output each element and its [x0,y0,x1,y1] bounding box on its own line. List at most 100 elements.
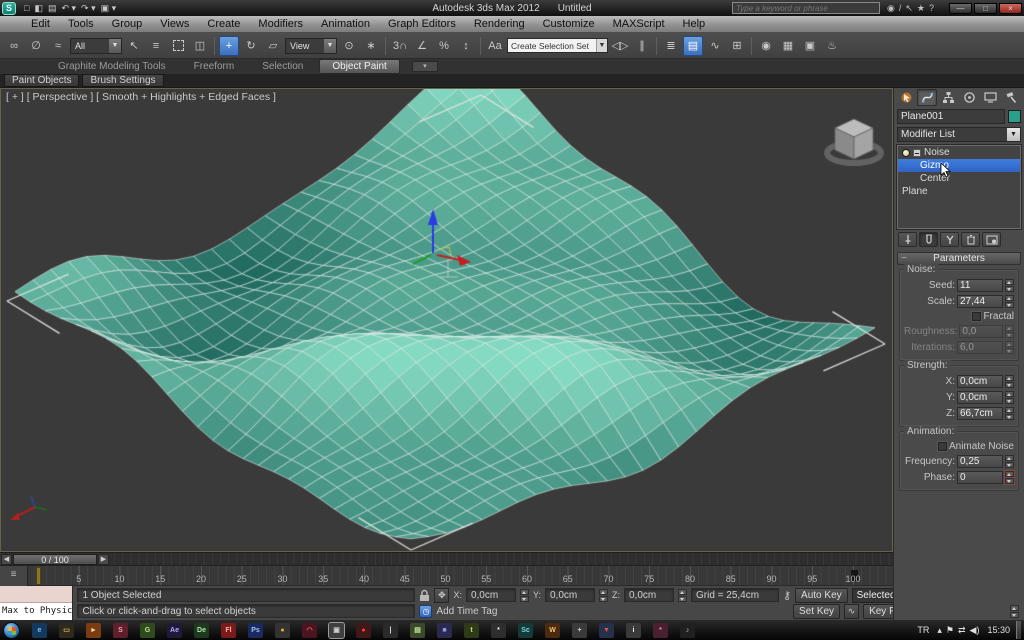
app-logo-icon[interactable]: S [2,2,16,15]
project-folder-icon[interactable]: ▣ ▾ [101,2,117,15]
x-coord-spinner[interactable] [520,589,529,602]
remove-modifier-button[interactable] [961,232,980,247]
window-crossing-icon[interactable]: ◫ [190,36,210,56]
menu-modifiers[interactable]: Modifiers [249,16,312,32]
app-icon-t[interactable]: t [464,623,479,638]
menu-create[interactable]: Create [198,16,249,32]
schematic-view-icon[interactable]: ⊞ [727,36,747,56]
internet-explorer-icon[interactable]: e [32,623,47,638]
visibility-lamp-icon[interactable] [902,149,910,157]
search-communities-icon[interactable]: ◉ [887,3,895,13]
auto-key-button[interactable]: Auto Key [795,588,848,603]
modifier-list-dropdown[interactable]: Modifier List ▼ [897,127,1021,142]
rendered-frame-window-icon[interactable]: ▣ [800,36,820,56]
snaps-toggle-icon[interactable]: 3∩ [390,36,410,56]
menu-graph-editors[interactable]: Graph Editors [379,16,465,32]
select-and-scale-icon[interactable]: ▱ [263,36,283,56]
action-center-icon[interactable]: ⚑ [946,625,954,635]
subscription-icon[interactable]: / [899,3,902,13]
panel-tab-utilities[interactable] [1001,89,1021,106]
select-and-link-icon[interactable]: ∞ [4,36,24,56]
menu-animation[interactable]: Animation [312,16,379,32]
show-desktop-button[interactable] [1016,621,1021,639]
search-input[interactable] [732,2,880,14]
app-icon-teal[interactable]: Sc [518,623,533,638]
strength-z-spinner[interactable] [1005,407,1014,420]
app-icon-red[interactable]: S [113,623,128,638]
ribbon-tab-object-paint[interactable]: Object Paint [319,59,399,74]
stack-item-center[interactable]: Center [898,172,1020,185]
listener-macro-row[interactable] [0,586,72,603]
frame-spinner[interactable] [1010,605,1019,618]
redo-icon[interactable]: ↷ ▾ [81,2,96,15]
x-coord-field[interactable]: 0,0cm [466,588,516,602]
menu-help[interactable]: Help [674,16,715,32]
minimize-button[interactable]: — [949,3,972,14]
panel-tab-motion[interactable] [959,89,979,106]
use-pivot-center-icon[interactable]: ⊙ [339,36,359,56]
panel-tab-hierarchy[interactable] [938,89,958,106]
object-color-swatch[interactable] [1008,110,1021,123]
select-and-move-icon[interactable]: + [219,36,239,56]
ribbon-subtab-paint-objects[interactable]: Paint Objects [4,74,79,87]
selection-filter-dropdown[interactable]: All▼ [70,38,122,54]
panel-tab-display[interactable] [980,89,1000,106]
time-slider-handle[interactable]: 0 / 100 [13,554,97,565]
sync-icon[interactable]: ⇄ [958,625,966,635]
animate-noise-checkbox[interactable] [938,442,947,451]
ribbon-subtab-brush-settings[interactable]: Brush Settings [82,74,163,87]
unlink-selection-icon[interactable]: ∅ [26,36,46,56]
object-name-field[interactable]: Plane001 [897,109,1005,124]
maxscript-mini-listener[interactable]: Max to Physic [0,586,73,620]
app-icon-pink[interactable]: * [653,623,668,638]
strength-x-spinner[interactable] [1005,375,1014,388]
current-frame-marker[interactable] [36,567,41,585]
chevron-down-icon[interactable]: ▼ [596,39,607,52]
set-key-button[interactable]: Set Key [793,604,840,619]
menu-maxscript[interactable]: MAXScript [604,16,674,32]
panel-tab-create[interactable] [896,89,916,106]
strength-y-spinner[interactable] [1005,391,1014,404]
chevron-down-icon[interactable]: ▼ [324,39,336,53]
photoshop-icon[interactable]: Ps [248,623,263,638]
seed-field[interactable]: 11 [957,279,1003,292]
screen-recorder-icon[interactable]: ▣ [329,623,344,638]
edit-named-selection-sets-icon[interactable]: Aa [485,36,505,56]
panel-tab-modify[interactable] [917,89,937,106]
stack-item-noise[interactable]: Noise [898,146,1020,159]
frequency-field[interactable]: 0,25 [957,455,1003,468]
menu-rendering[interactable]: Rendering [465,16,534,32]
stack-item-gizmo[interactable]: Gizmo [898,159,1020,172]
start-button[interactable] [3,622,20,639]
dreamweaver-icon[interactable]: De [194,623,209,638]
language-indicator[interactable]: TR [917,625,929,635]
angle-snap-icon[interactable]: ∠ [412,36,432,56]
show-end-result-button[interactable] [919,232,938,247]
save-file-icon[interactable]: ▤ [48,2,57,15]
clock[interactable]: 15:30 [987,625,1010,635]
close-button[interactable]: × [999,3,1022,14]
menu-edit[interactable]: Edit [22,16,59,32]
layer-manager-icon[interactable]: ≣ [661,36,681,56]
render-production-icon[interactable]: ♨ [822,36,842,56]
phase-spinner[interactable] [1005,471,1014,484]
z-coord-field[interactable]: 0,0cm [624,588,674,602]
new-scene-icon[interactable]: □ [24,2,29,15]
absolute-relative-toggle-icon[interactable]: ✥ [434,588,449,603]
app-icon-slim[interactable]: | [383,623,398,638]
roughness-field[interactable]: 0,0 [959,325,1003,338]
mirror-icon[interactable]: ◁▷ [610,36,630,56]
percent-snap-icon[interactable]: % [434,36,454,56]
roughness-spinner[interactable] [1005,325,1014,338]
app-icon-record[interactable]: ● [356,623,371,638]
app-icon-tools[interactable]: + [572,623,587,638]
strength-x-field[interactable]: 0,0cm [957,375,1003,388]
app-icon-triangles[interactable]: ▼ [599,623,614,638]
ribbon-minimize-icon[interactable]: ▾ [412,61,438,72]
help-icon[interactable]: ? [929,3,934,13]
folder-icon[interactable]: ▭ [59,623,74,638]
track-bar[interactable]: ≡ 51015202530354045505560657075808590951… [0,565,893,585]
menu-views[interactable]: Views [151,16,198,32]
select-and-manipulate-icon[interactable]: ∗ [361,36,381,56]
app-icon-note[interactable]: ♪ [680,623,695,638]
